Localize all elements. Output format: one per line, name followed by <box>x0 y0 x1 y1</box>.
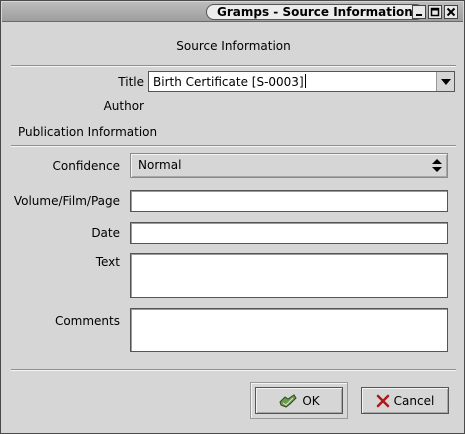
title-dropdown-button[interactable] <box>436 72 454 91</box>
title-combo[interactable]: Birth Certificate [S-0003] <box>148 71 455 92</box>
title-bar[interactable]: Gramps - Source Information <box>2 2 463 22</box>
cancel-button[interactable]: Cancel <box>361 387 449 414</box>
cancel-label: Cancel <box>393 393 435 408</box>
maximize-button[interactable] <box>428 5 442 19</box>
date-label: Date <box>91 226 120 240</box>
title-input[interactable]: Birth Certificate [S-0003] <box>153 74 306 89</box>
close-button[interactable] <box>444 5 458 19</box>
comments-label: Comments <box>54 314 120 328</box>
title-label: Title <box>118 75 144 89</box>
minimize-icon <box>416 14 422 16</box>
separator <box>11 145 456 147</box>
confidence-label: Confidence <box>52 159 120 173</box>
up-down-arrows-icon <box>432 159 442 172</box>
author-label: Author <box>103 99 144 113</box>
date-input[interactable] <box>130 222 448 244</box>
close-icon <box>446 7 456 17</box>
text-area[interactable] <box>130 253 448 298</box>
separator <box>11 369 456 371</box>
chevron-down-icon <box>440 78 451 85</box>
minimize-button[interactable] <box>412 5 426 19</box>
window-title: Gramps - Source Information <box>206 4 424 20</box>
volume-film-page-input[interactable] <box>130 190 448 212</box>
maximize-icon <box>430 7 440 17</box>
cancel-x-icon <box>376 394 389 407</box>
ok-label: OK <box>302 393 320 408</box>
confidence-select[interactable]: Normal <box>130 153 448 178</box>
separator <box>11 65 456 67</box>
publication-info-label: Publication Information <box>18 125 158 139</box>
ok-check-icon <box>279 393 297 408</box>
source-information-window: Gramps - Source Information Source Infor… <box>0 0 465 434</box>
section-title: Source Information <box>176 39 291 53</box>
volume-film-page-label: Volume/Film/Page <box>13 194 120 208</box>
confidence-value: Normal <box>138 158 182 172</box>
text-label: Text <box>95 255 120 269</box>
ok-button[interactable]: OK <box>255 387 343 414</box>
comments-area[interactable] <box>130 308 448 352</box>
